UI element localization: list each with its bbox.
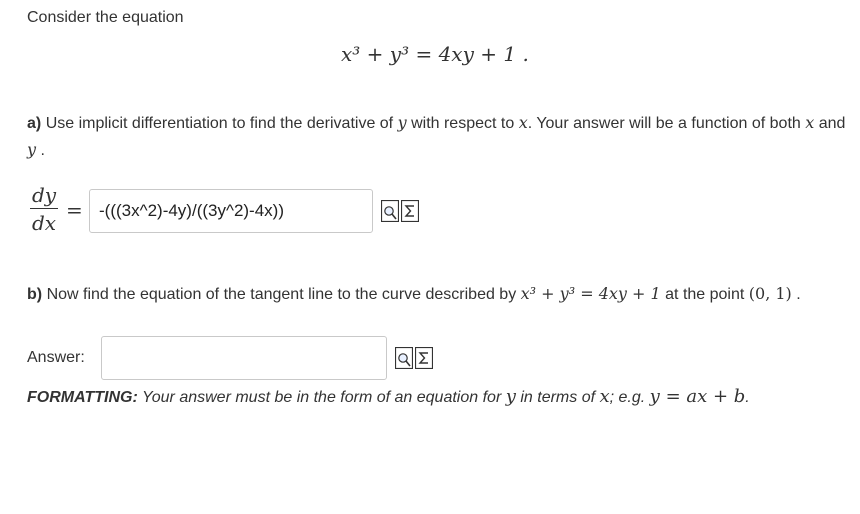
point-coordinates: (0, 1) <box>748 284 792 303</box>
curve-equation: x³ + y³ = 4xy + 1 <box>520 284 661 303</box>
derivative-fraction: dy dx <box>30 184 58 235</box>
equation-editor-icon[interactable] <box>415 347 433 369</box>
derivative-numerator: dy <box>30 183 58 209</box>
equals-sign: = <box>66 198 83 222</box>
equation-rhs: 4xy + 1 <box>438 42 517 66</box>
formatting-note: FORMATTING: Your answer must be in the f… <box>27 386 750 407</box>
derivative-answer-input[interactable]: -(((3x^2)-4y)/((3y^2)-4x)) <box>89 189 373 233</box>
preview-icon[interactable] <box>381 200 399 222</box>
format-example: y = ax + b <box>649 386 746 407</box>
part-b-label: b) <box>27 286 43 303</box>
equation-editor-icon[interactable] <box>401 200 419 222</box>
question-a: a) Use implicit differentiation to find … <box>27 113 846 159</box>
answer-a-tools <box>381 200 419 222</box>
derivative-denominator: dx <box>31 211 57 235</box>
answer-label: Answer: <box>27 349 85 366</box>
question-b: b) Now find the equation of the tangent … <box>27 284 801 303</box>
equation-lhs: x³ + y³ <box>341 42 410 66</box>
main-equation: x³ + y³ = 4xy + 1 . <box>341 42 529 66</box>
intro-text: Consider the equation <box>27 9 184 26</box>
part-a-label: a) <box>27 115 42 132</box>
formatting-label: FORMATTING: <box>27 389 138 406</box>
tangent-answer-input[interactable] <box>101 336 387 380</box>
answer-b-tools <box>395 347 433 369</box>
preview-icon[interactable] <box>395 347 413 369</box>
